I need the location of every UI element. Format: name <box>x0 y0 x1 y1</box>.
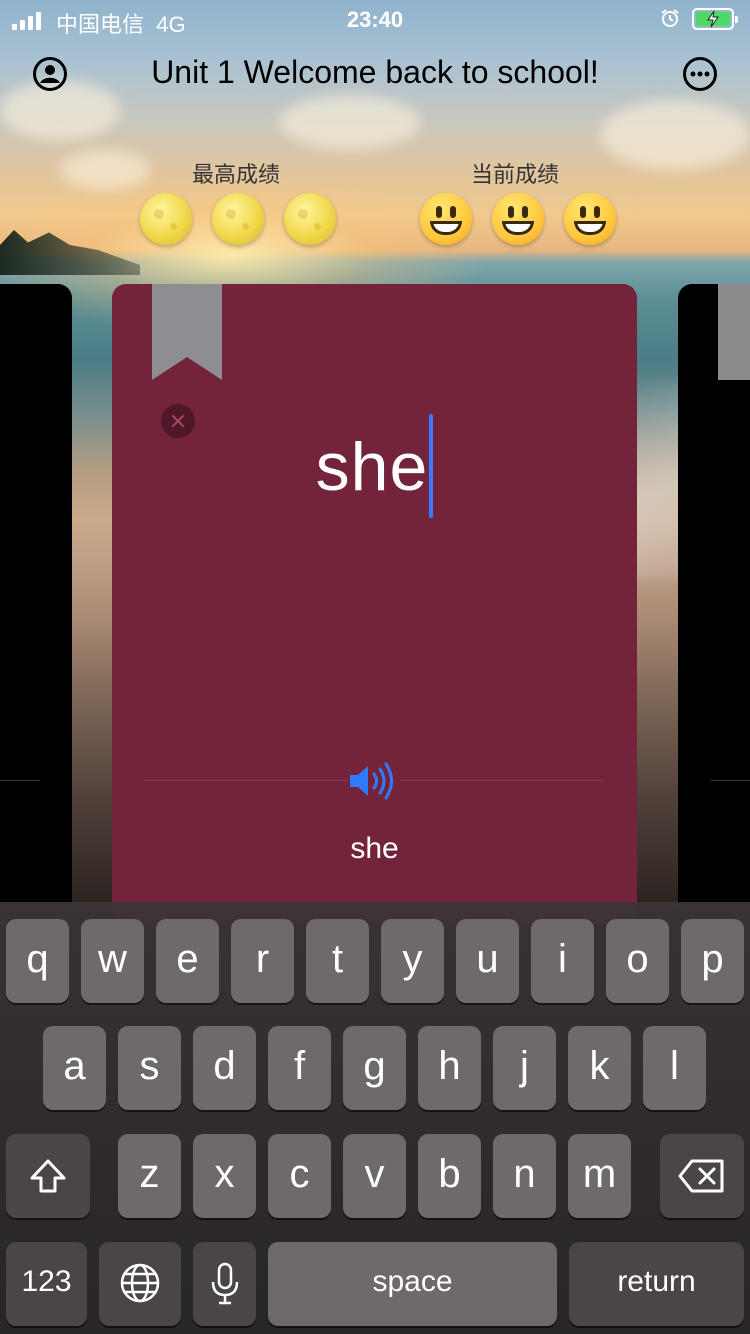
full-moon-icon <box>284 193 336 245</box>
key-c[interactable]: c <box>268 1134 331 1218</box>
key-n[interactable]: n <box>493 1134 556 1218</box>
key-u[interactable]: u <box>456 919 519 1003</box>
previous-card[interactable] <box>0 284 72 924</box>
key-s[interactable]: s <box>118 1026 181 1110</box>
page-title: Unit 1 Welcome back to school! <box>151 54 599 90</box>
backspace-icon <box>678 1159 724 1193</box>
full-moon-icon <box>140 193 192 245</box>
typed-word-text: she <box>315 428 429 505</box>
best-score-label: 最高成绩 <box>192 162 281 187</box>
text-caret <box>429 414 434 518</box>
key-v[interactable]: v <box>343 1134 406 1218</box>
globe-icon <box>120 1263 160 1303</box>
return-key[interactable]: return <box>569 1242 744 1326</box>
battery-icon <box>692 8 738 30</box>
key-d[interactable]: d <box>193 1026 256 1110</box>
bookmark-icon <box>718 284 750 380</box>
key-m[interactable]: m <box>568 1134 631 1218</box>
current-score-label: 当前成绩 <box>471 162 560 187</box>
nav-bar: Unit 1 Welcome back to school! <box>0 40 750 110</box>
backspace-key[interactable] <box>660 1134 744 1218</box>
word-card: she she <box>112 284 637 924</box>
full-moon-icon <box>212 193 264 245</box>
key-t[interactable]: t <box>306 919 369 1003</box>
grinning-face-icon <box>420 193 472 245</box>
globe-key[interactable] <box>99 1242 181 1326</box>
key-p[interactable]: p <box>681 919 744 1003</box>
grinning-face-icon <box>492 193 544 245</box>
shift-icon <box>30 1159 66 1193</box>
dictation-key[interactable] <box>193 1242 256 1326</box>
key-j[interactable]: j <box>493 1026 556 1110</box>
key-o[interactable]: o <box>606 919 669 1003</box>
key-y[interactable]: y <box>381 919 444 1003</box>
word-input[interactable]: she <box>112 414 637 524</box>
key-q[interactable]: q <box>6 919 69 1003</box>
key-b[interactable]: b <box>418 1134 481 1218</box>
key-i[interactable]: i <box>531 919 594 1003</box>
shift-key[interactable] <box>6 1134 90 1218</box>
key-x[interactable]: x <box>193 1134 256 1218</box>
answer-word: she <box>350 832 399 865</box>
alarm-icon <box>661 9 679 27</box>
key-z[interactable]: z <box>118 1134 181 1218</box>
grinning-face-icon <box>564 193 616 245</box>
status-bar: 中国电信 4G 23:40 <box>0 0 750 40</box>
space-key[interactable]: space <box>268 1242 557 1326</box>
key-r[interactable]: r <box>231 919 294 1003</box>
microphone-icon <box>211 1262 238 1305</box>
key-a[interactable]: a <box>43 1026 106 1110</box>
key-g[interactable]: g <box>343 1026 406 1110</box>
key-f[interactable]: f <box>268 1026 331 1110</box>
bookmark-icon[interactable] <box>152 284 222 380</box>
key-l[interactable]: l <box>643 1026 706 1110</box>
key-k[interactable]: k <box>568 1026 631 1110</box>
more-icon[interactable] <box>682 56 718 92</box>
key-w[interactable]: w <box>81 919 144 1003</box>
speaker-icon[interactable] <box>348 762 400 800</box>
numbers-key[interactable]: 123 <box>6 1242 87 1326</box>
status-time: 23:40 <box>346 7 404 32</box>
key-h[interactable]: h <box>418 1026 481 1110</box>
key-e[interactable]: e <box>156 919 219 1003</box>
next-card[interactable] <box>678 284 750 924</box>
keyboard: q w e r t y u i o p a s d f g h j k l z … <box>0 902 750 1334</box>
